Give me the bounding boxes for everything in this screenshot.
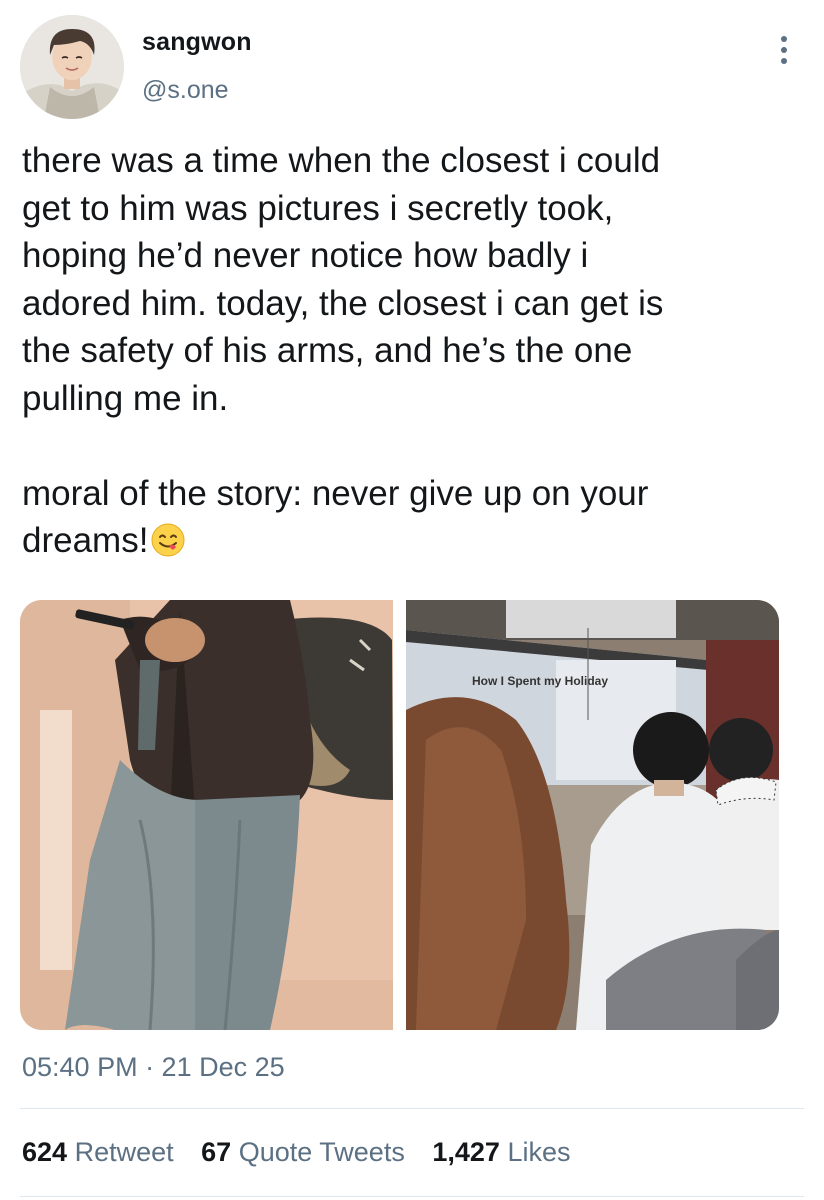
likes-count[interactable]: 1,427 Likes [432,1137,570,1168]
quote-tweet-number: 67 [201,1137,232,1167]
likes-number: 1,427 [432,1137,500,1167]
user-handle[interactable]: @s.one [142,76,229,105]
photo-right[interactable]: How I Spent my Holiday [406,600,779,1030]
retweet-number: 624 [22,1137,68,1167]
divider [20,1196,804,1197]
quote-tweet-label: Quote Tweets [238,1137,405,1167]
face-savoring-food-emoji [150,522,186,558]
more-vertical-icon[interactable] [770,32,798,72]
tweet-card: sangwon @s.one there was a time when the… [0,0,824,1200]
display-name[interactable]: sangwon [142,28,252,57]
tweet-body: there was a time when the closest i coul… [22,141,664,560]
likes-label: Likes [507,1137,571,1167]
retweet-count[interactable]: 624 Retweet [22,1137,174,1168]
avatar[interactable] [20,15,124,119]
photo-left[interactable] [20,600,393,1030]
quote-tweet-count[interactable]: 67 Quote Tweets [201,1137,405,1168]
tweet-timestamp[interactable]: 05:40 PM · 21 Dec 25 [22,1052,285,1083]
divider [20,1108,804,1109]
tweet-text: there was a time when the closest i coul… [22,137,812,565]
tweet-stats: 624 Retweet 67 Quote Tweets 1,427 Likes [22,1137,590,1168]
tweet-media: How I Spent my Holiday [20,600,780,1030]
retweet-label: Retweet [74,1137,174,1167]
